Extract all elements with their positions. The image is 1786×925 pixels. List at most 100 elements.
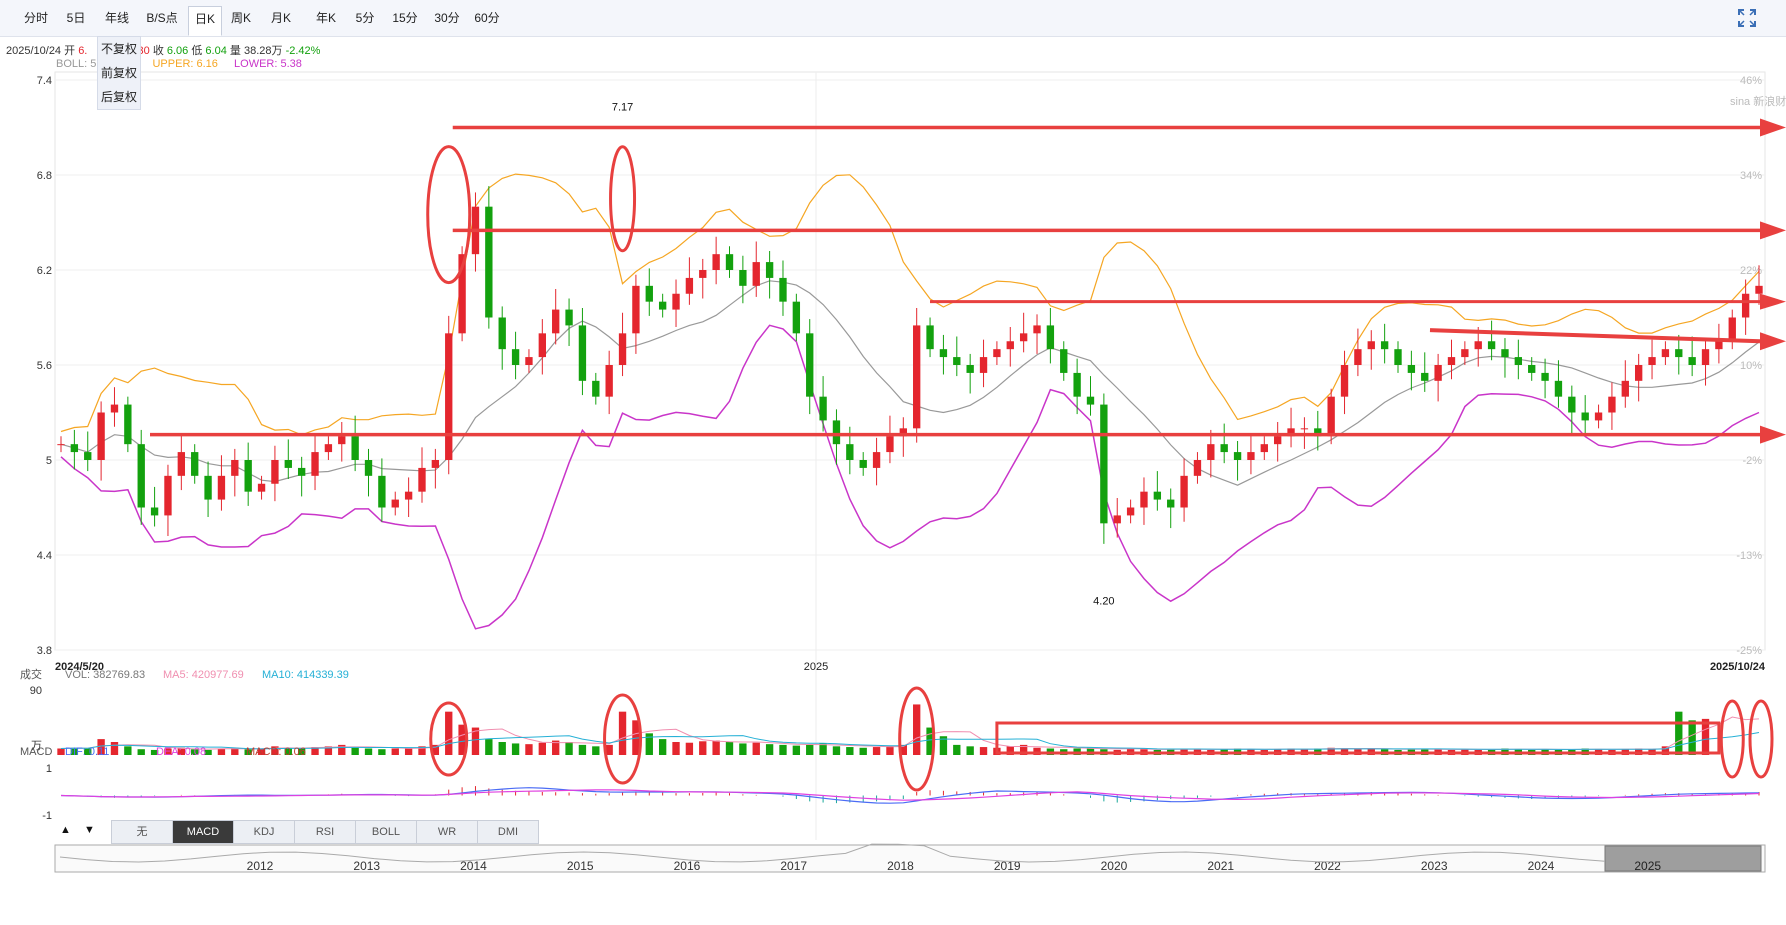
tab-10[interactable]: 30分 xyxy=(432,6,462,30)
scroll-down-icon[interactable]: ▼ xyxy=(84,824,95,836)
price-frame xyxy=(54,71,1766,651)
tab-9[interactable]: 15分 xyxy=(390,6,420,30)
volume-bar-53 xyxy=(765,744,774,755)
volume-bar-38 xyxy=(565,742,573,755)
low-value: 6.04 xyxy=(205,45,227,57)
menu-item-backward[interactable]: 后复权 xyxy=(98,85,140,109)
menu-item-none[interactable]: 不复权 xyxy=(98,37,140,61)
annotation-arrow-5-head xyxy=(1760,425,1786,444)
volume-bar-91 xyxy=(1274,749,1282,755)
candle-82 xyxy=(1153,491,1162,500)
volume-bar-23 xyxy=(364,748,373,755)
candle-113 xyxy=(1568,396,1576,413)
candle-19 xyxy=(311,452,319,476)
menu-item-forward[interactable]: 前复权 xyxy=(98,61,140,85)
candle-90 xyxy=(1260,444,1268,453)
boll-upper: UPPER: 6.16 xyxy=(152,58,218,70)
volume-bar-113 xyxy=(1568,749,1576,755)
tab-4[interactable]: 日K xyxy=(188,6,222,36)
volume-bar-47 xyxy=(685,742,694,755)
volume-bar-32 xyxy=(485,739,493,755)
pct-tick-2: 22% xyxy=(1740,265,1762,277)
candle-126 xyxy=(1741,293,1750,318)
volume-bar-20 xyxy=(324,746,333,755)
volume-bar-48 xyxy=(699,741,707,755)
candle-21 xyxy=(338,436,346,445)
annotation-arrow-4-line xyxy=(1429,328,1761,344)
navigator-year-11: 2023 xyxy=(1421,859,1448,873)
volume-bar-54 xyxy=(779,744,787,755)
candle-32 xyxy=(485,206,493,318)
candle-14 xyxy=(244,460,252,492)
volume-bar-56 xyxy=(806,744,814,755)
volume-bar-3 xyxy=(97,739,105,755)
date-end-label: 2025/10/24 xyxy=(1710,661,1766,673)
tab-0[interactable]: 分时 xyxy=(22,6,50,30)
volume-bar-44 xyxy=(645,733,653,755)
tab-3[interactable]: B/S点 xyxy=(143,6,181,30)
volume-ellipse-2 xyxy=(898,686,936,792)
candle-55 xyxy=(792,301,801,334)
tab-11[interactable]: 60分 xyxy=(472,6,502,30)
candle-39 xyxy=(578,325,587,381)
candle-31 xyxy=(471,206,480,255)
volume-bar-10 xyxy=(191,749,199,755)
volume-bar-117 xyxy=(1621,749,1629,755)
price-tick-6: 3.8 xyxy=(37,645,52,657)
candle-115 xyxy=(1594,412,1603,421)
volume-bar-103 xyxy=(1434,749,1442,755)
tab-6[interactable]: 月K xyxy=(268,6,294,30)
macd-axis-bottom: -1 xyxy=(42,810,52,822)
tab-2[interactable]: 年线 xyxy=(104,6,130,30)
volume-bar-52 xyxy=(752,742,760,755)
annotation-arrow-3-head xyxy=(1760,293,1786,310)
tab-7[interactable]: 年K xyxy=(313,6,339,30)
candle-125 xyxy=(1728,317,1736,342)
indicator-tab-1[interactable]: MACD xyxy=(172,820,234,844)
volume-bar-13 xyxy=(231,747,239,755)
navigator-year-12: 2024 xyxy=(1528,859,1555,873)
volume-bar-81 xyxy=(1140,749,1148,755)
tab-8[interactable]: 5分 xyxy=(352,6,378,30)
scroll-up-icon[interactable]: ▲ xyxy=(60,824,71,836)
candle-37 xyxy=(552,309,560,334)
macd-dif-line xyxy=(60,787,1760,804)
tab-5[interactable]: 周K xyxy=(228,6,254,30)
volume-bar-96 xyxy=(1340,748,1349,755)
macd-dif: DIF: 0.11 xyxy=(65,746,109,758)
volume-bar-72 xyxy=(1019,744,1028,755)
indicator-tab-6[interactable]: DMI xyxy=(477,820,539,844)
candle-20 xyxy=(324,444,333,453)
indicator-tab-3[interactable]: RSI xyxy=(294,820,356,844)
volume-bar-114 xyxy=(1581,748,1589,755)
candle-6 xyxy=(137,444,145,508)
volume-bar-77 xyxy=(1086,747,1095,755)
volume-bar-51 xyxy=(739,743,747,755)
candle-2 xyxy=(84,452,92,460)
indicator-tab-4[interactable]: BOLL xyxy=(355,820,417,844)
macd-dea: DEA: 0.08 xyxy=(156,746,206,758)
volume-bar-71 xyxy=(1006,746,1014,755)
volume-bar-68 xyxy=(966,746,974,755)
volume-bar-93 xyxy=(1300,749,1309,755)
pct-tick-3: 10% xyxy=(1740,360,1762,372)
volume-bar-97 xyxy=(1354,749,1362,755)
indicator-tab-5[interactable]: WR xyxy=(416,820,478,844)
candle-103 xyxy=(1434,365,1442,381)
quote-info-line: 2025/10/24 开 6. 30 收 6.06 低 6.04 量 38.28… xyxy=(6,42,320,58)
volume-bar-109 xyxy=(1514,749,1523,755)
candle-33 xyxy=(498,317,506,350)
volume-bar-76 xyxy=(1073,748,1081,755)
fullscreen-icon[interactable] xyxy=(1738,9,1756,27)
indicator-tab-2[interactable]: KDJ xyxy=(233,820,295,844)
candle-57 xyxy=(819,396,827,421)
close-value: 6.06 xyxy=(166,45,189,57)
indicator-tab-0[interactable]: 无 xyxy=(111,820,173,844)
tab-1[interactable]: 5日 xyxy=(63,6,89,30)
candle-88 xyxy=(1233,452,1242,460)
volume-bar-106 xyxy=(1474,749,1482,755)
candle-110 xyxy=(1528,365,1536,373)
volume-bar-66 xyxy=(939,736,948,755)
candle-40 xyxy=(592,380,600,397)
candle-61 xyxy=(872,452,881,468)
